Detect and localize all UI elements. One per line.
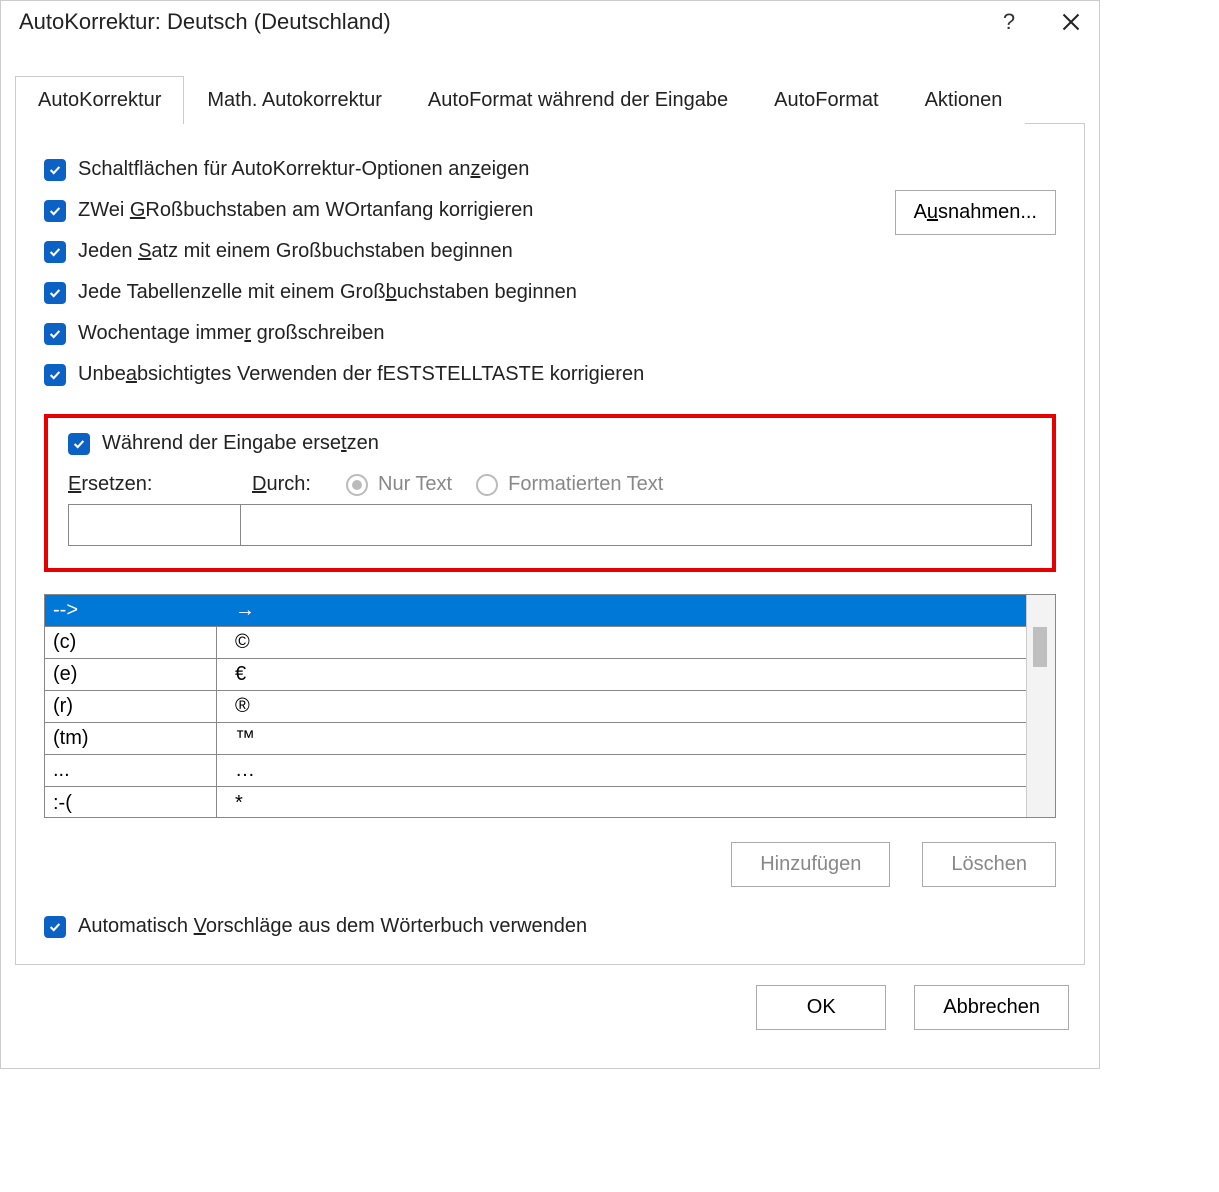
tab-bar: AutoKorrektur Math. Autokorrektur AutoFo…: [15, 75, 1085, 124]
titlebar: AutoKorrektur: Deutsch (Deutschland) ?: [1, 1, 1099, 45]
input-with[interactable]: [240, 504, 1032, 546]
table-row[interactable]: (tm) ™: [45, 723, 1026, 755]
scrollbar-thumb[interactable]: [1033, 627, 1047, 667]
checkbox-show-buttons[interactable]: [44, 159, 66, 181]
table-scrollbar[interactable]: [1026, 595, 1056, 817]
dialog-title: AutoKorrektur: Deutsch (Deutschland): [19, 9, 997, 35]
label-capslock: Unbeabsichtigtes Verwenden der fESTSTELL…: [78, 363, 644, 386]
table-row[interactable]: ... …: [45, 755, 1026, 787]
tab-autoformat-typing[interactable]: AutoFormat während der Eingabe: [405, 76, 751, 124]
radio-plain-text: [346, 474, 368, 496]
tab-autokorrektur[interactable]: AutoKorrektur: [15, 76, 184, 124]
cancel-button[interactable]: Abbrechen: [914, 985, 1069, 1030]
label-sentence-cap: Jeden Satz mit einem Großbuchstaben begi…: [78, 240, 513, 263]
exceptions-button[interactable]: Ausnahmen...: [895, 190, 1056, 235]
label-weekday-cap: Wochentage immer großschreiben: [78, 322, 384, 345]
autocorrect-dialog: AutoKorrektur: Deutsch (Deutschland) ? A…: [0, 0, 1100, 1069]
checkbox-capslock[interactable]: [44, 364, 66, 386]
checkbox-dict-suggest[interactable]: [44, 916, 66, 938]
input-replace[interactable]: [68, 504, 240, 546]
label-plain-text: Nur Text: [378, 473, 452, 496]
replace-section-highlight: Während der Eingabe ersetzen Ersetzen: D…: [44, 414, 1056, 572]
label-cell-cap: Jede Tabellenzelle mit einem Großbuchsta…: [78, 281, 577, 304]
table-row[interactable]: (c) ©: [45, 627, 1026, 659]
label-replace: Ersetzen:: [68, 473, 228, 496]
replacement-table: --> → (c) © (e) € (r) ®: [44, 594, 1056, 818]
label-show-buttons: Schaltflächen für AutoKorrektur-Optionen…: [78, 158, 529, 181]
dialog-footer: OK Abbrechen: [15, 965, 1085, 1054]
ok-button[interactable]: OK: [756, 985, 886, 1030]
checkbox-weekday-cap[interactable]: [44, 323, 66, 345]
radio-formatted-text: [476, 474, 498, 496]
add-button[interactable]: Hinzufügen: [731, 842, 890, 887]
label-with: Durch:: [252, 473, 322, 496]
checkbox-replace-typing[interactable]: [68, 433, 90, 455]
close-button[interactable]: [1061, 12, 1085, 32]
checkbox-sentence-cap[interactable]: [44, 241, 66, 263]
tab-math[interactable]: Math. Autokorrektur: [184, 76, 405, 124]
label-replace-typing: Während der Eingabe ersetzen: [102, 432, 379, 455]
table-row[interactable]: --> →: [45, 595, 1026, 627]
label-dict-suggest: Automatisch Vorschläge aus dem Wörterbuc…: [78, 915, 587, 938]
tab-panel: Schaltflächen für AutoKorrektur-Optionen…: [15, 124, 1085, 965]
checkbox-two-caps[interactable]: [44, 200, 66, 222]
table-row[interactable]: :-( *: [45, 787, 1026, 817]
checkbox-cell-cap[interactable]: [44, 282, 66, 304]
table-row[interactable]: (r) ®: [45, 691, 1026, 723]
tab-actions[interactable]: Aktionen: [902, 76, 1026, 124]
table-row[interactable]: (e) €: [45, 659, 1026, 691]
label-formatted-text: Formatierten Text: [508, 473, 663, 496]
tab-autoformat[interactable]: AutoFormat: [751, 76, 901, 124]
delete-button[interactable]: Löschen: [922, 842, 1056, 887]
help-button[interactable]: ?: [997, 9, 1021, 35]
label-two-caps: ZWei GRoßbuchstaben am WOrtanfang korrig…: [78, 199, 533, 222]
